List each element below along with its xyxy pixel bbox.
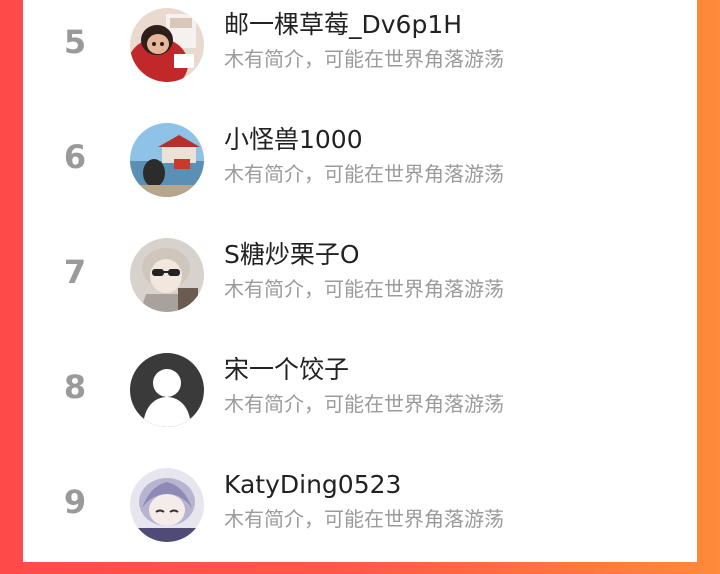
rank-number: 6 [63, 138, 87, 176]
rank-number: 9 [63, 483, 87, 521]
user-bio: 木有简介，可能在世界角落游荡 [224, 277, 504, 301]
user-name[interactable]: KatyDing0523 [224, 470, 401, 500]
anime-girl-avatar-icon[interactable] [130, 468, 204, 542]
ranking-row[interactable]: 6 小怪兽1000 木有简介，可能在世界角落游荡 [23, 115, 697, 229]
ranking-row[interactable]: 8 宋一个饺子 木有简介，可能在世界角落游荡 [23, 345, 697, 459]
ranking-row[interactable]: 5 邮一棵草莓_Dv6p1H 木有简介，可能在世界角落游荡 [23, 0, 697, 114]
default-person-avatar-icon[interactable] [130, 353, 204, 427]
user-name[interactable]: 小怪兽1000 [224, 125, 363, 155]
user-bio: 木有简介，可能在世界角落游荡 [224, 47, 504, 71]
anime-boy-sunglasses-avatar-icon[interactable] [130, 238, 204, 312]
user-name[interactable]: 邮一棵草莓_Dv6p1H [224, 10, 462, 40]
ranking-row[interactable]: 7 S糖炒栗子O 木有简介，可能在世界角落游荡 [23, 230, 697, 344]
cartoon-character-avatar-icon[interactable] [130, 8, 204, 82]
rank-number: 8 [63, 368, 87, 406]
user-name[interactable]: S糖炒栗子O [224, 240, 360, 270]
ranking-list-panel: 5 邮一棵草莓_Dv6p1H 木有简介，可能在世界角落游荡 6 小怪兽1000 … [23, 0, 697, 562]
lakeside-pavilion-avatar-icon[interactable] [130, 123, 204, 197]
rank-number: 7 [63, 253, 87, 291]
rank-number: 5 [63, 23, 87, 61]
user-bio: 木有简介，可能在世界角落游荡 [224, 162, 504, 186]
ranking-row[interactable]: 9 KatyDing0523 木有简介，可能在世界角落游荡 [23, 460, 697, 574]
user-bio: 木有简介，可能在世界角落游荡 [224, 392, 504, 416]
user-name[interactable]: 宋一个饺子 [224, 355, 349, 385]
user-bio: 木有简介，可能在世界角落游荡 [224, 507, 504, 531]
